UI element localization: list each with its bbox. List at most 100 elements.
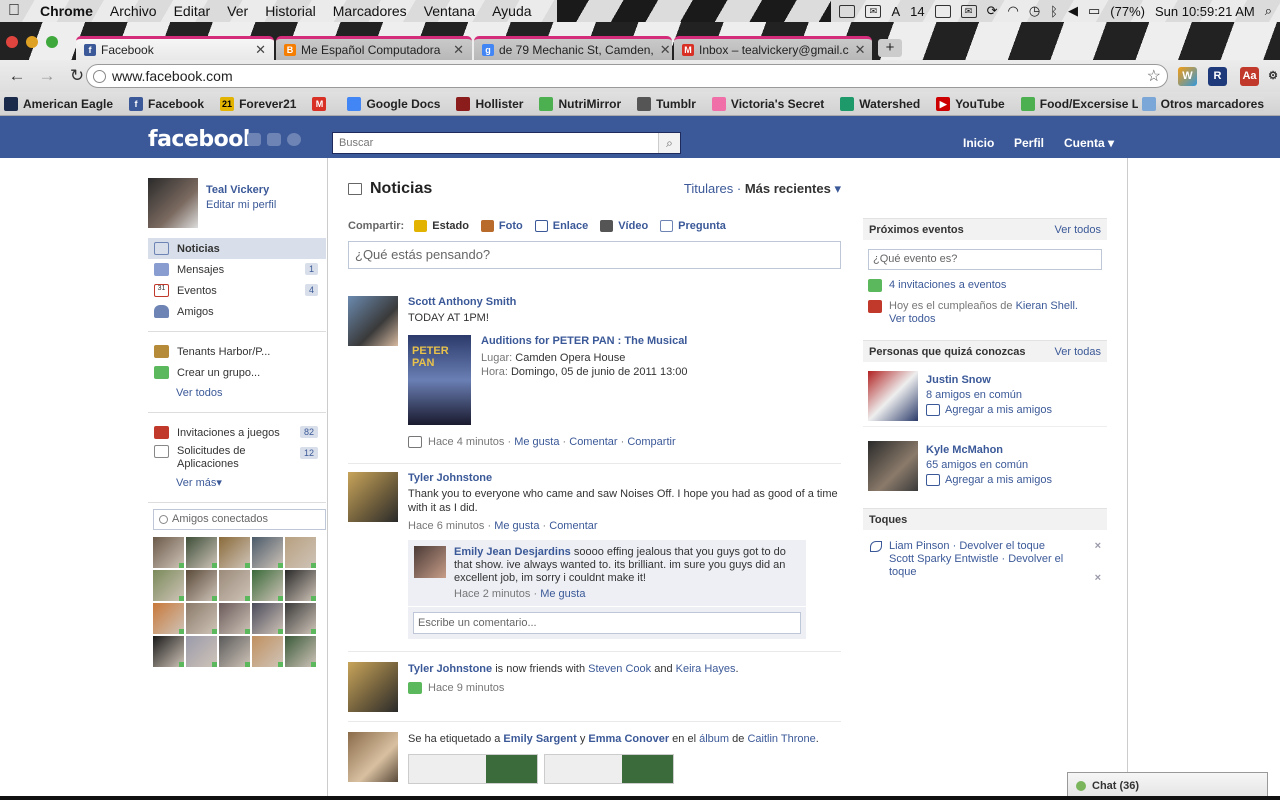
bookmark-google-docs[interactable]: Google Docs: [347, 96, 440, 111]
edit-profile-link[interactable]: Editar mi perfil: [206, 199, 276, 211]
friend-link[interactable]: Steven Cook: [588, 663, 651, 675]
friend-link[interactable]: Keira Hayes: [676, 663, 736, 675]
add-friend-button[interactable]: Agregar a mis amigos: [926, 404, 1052, 416]
online-friend-avatar[interactable]: [153, 537, 184, 568]
sync-icon[interactable]: ⟳: [987, 3, 998, 19]
online-friend-avatar[interactable]: [186, 636, 217, 667]
bookmark-youtube[interactable]: ▶ YouTube: [936, 96, 1005, 111]
tab-close-icon[interactable]: ✕: [654, 42, 671, 58]
birthday-see-all[interactable]: Ver todos: [889, 313, 935, 325]
bookmark-forever21[interactable]: 21 Forever21: [220, 96, 296, 111]
online-friend-avatar[interactable]: [252, 570, 283, 601]
apps-see-more-link[interactable]: Ver más▾: [148, 473, 326, 493]
friend-requests-icon[interactable]: [247, 133, 261, 146]
adobe-icon[interactable]: A: [891, 4, 900, 19]
apple-icon[interactable]: : [8, 2, 20, 20]
bookmark-other[interactable]: Otros marcadores: [1137, 96, 1264, 111]
story-author[interactable]: Tyler Johnstone: [408, 663, 492, 675]
story-timestamp[interactable]: Hace 4 minutos: [428, 436, 504, 448]
nav-home[interactable]: Inicio: [963, 136, 994, 150]
url-text[interactable]: www.facebook.com: [112, 68, 233, 84]
online-friend-avatar[interactable]: [153, 570, 184, 601]
online-friend-avatar[interactable]: [219, 537, 250, 568]
sidebar-item-app-requests[interactable]: Solicitudes de Aplicaciones 12: [148, 443, 326, 473]
online-friend-avatar[interactable]: [285, 537, 316, 568]
back-icon[interactable]: ←: [4, 66, 30, 86]
events-see-all[interactable]: Ver todos: [1055, 224, 1101, 236]
menu-ayuda[interactable]: Ayuda: [492, 3, 531, 19]
online-friend-avatar[interactable]: [153, 603, 184, 634]
mutual-friends-link[interactable]: 8 amigos en común: [926, 389, 1052, 401]
tab-google-maps[interactable]: g de 79 Mechanic St, Camden, ✕: [474, 36, 672, 60]
bookmark-victorias-secret[interactable]: Victoria's Secret: [711, 96, 824, 111]
avatar[interactable]: [348, 732, 398, 782]
tab-close-icon[interactable]: ✕: [249, 42, 266, 58]
sidebar-item-mensajes[interactable]: Mensajes 1: [148, 259, 326, 280]
photo-thumb[interactable]: [544, 754, 674, 784]
close-window-icon[interactable]: [6, 36, 18, 48]
story-timestamp[interactable]: Hace 9 minutos: [428, 682, 504, 694]
story-author[interactable]: Scott Anthony Smith: [408, 296, 841, 308]
composer-video[interactable]: Vídeo: [600, 220, 648, 232]
composer-question[interactable]: Pregunta: [660, 220, 726, 232]
composer-status[interactable]: Estado: [414, 220, 469, 232]
tab-gmail[interactable]: M Inbox – tealvickery@gmail.c ✕: [674, 36, 872, 60]
bookmark-tumblr[interactable]: Tumblr: [637, 96, 696, 111]
comment-link[interactable]: Comentar: [549, 520, 597, 532]
event-title[interactable]: Auditions for PETER PAN : The Musical: [481, 335, 688, 347]
event-invites-row[interactable]: 4 invitaciones a eventos: [863, 279, 1107, 292]
online-friend-avatar[interactable]: [219, 603, 250, 634]
online-friend-avatar[interactable]: [252, 603, 283, 634]
wifi-icon[interactable]: ◠: [1007, 3, 1018, 19]
close-icon[interactable]: ×: [1095, 540, 1101, 553]
bookmark-american-eagle[interactable]: American Eagle: [4, 96, 113, 111]
tab-close-icon[interactable]: ✕: [849, 42, 866, 58]
mail-icon[interactable]: ✉: [865, 4, 882, 18]
avatar[interactable]: [868, 371, 918, 421]
online-friend-avatar[interactable]: [186, 537, 217, 568]
tab-facebook[interactable]: f Facebook ✕: [76, 36, 274, 60]
extension-wr-icon[interactable]: W: [1178, 67, 1197, 86]
comment-input[interactable]: Escribe un comentario...: [413, 612, 801, 634]
poke-back-link[interactable]: Devolver el toque: [959, 540, 1045, 552]
poker-name[interactable]: Scott Sparky Entwistle: [889, 553, 998, 565]
comment-link[interactable]: Comentar: [569, 436, 617, 448]
avatar[interactable]: [348, 472, 398, 522]
wrench-icon[interactable]: ⚙: [1266, 67, 1280, 86]
bookmark-hollister[interactable]: Hollister: [456, 96, 523, 111]
tagged-person[interactable]: Emily Sargent: [503, 733, 576, 745]
person-name[interactable]: Justin Snow: [926, 374, 1052, 386]
bookmark-facebook[interactable]: f Facebook: [129, 96, 204, 111]
close-icon[interactable]: ×: [1095, 572, 1101, 585]
online-friend-avatar[interactable]: [285, 636, 316, 667]
photo-thumb[interactable]: [408, 754, 538, 784]
profile-name[interactable]: Teal Vickery: [206, 184, 276, 196]
online-friend-avatar[interactable]: [285, 570, 316, 601]
story-author[interactable]: Tyler Johnstone: [408, 472, 841, 484]
address-bar[interactable]: www.facebook.com ☆: [86, 64, 1168, 88]
composer-link[interactable]: Enlace: [534, 220, 588, 232]
bluetooth-icon[interactable]: ᛒ: [1050, 4, 1058, 19]
online-friend-avatar[interactable]: [186, 570, 217, 601]
nav-profile[interactable]: Perfil: [1014, 136, 1044, 150]
add-friend-button[interactable]: Agregar a mis amigos: [926, 474, 1052, 486]
facebook-logo[interactable]: facebook: [148, 127, 258, 152]
mail-icon-2[interactable]: ✉: [960, 4, 977, 18]
bookmark-gmail[interactable]: M: [312, 96, 331, 111]
event-input[interactable]: ¿Qué evento es?: [868, 249, 1102, 270]
chat-bar[interactable]: Chat (36): [1067, 772, 1268, 798]
comment-timestamp[interactable]: Hace 2 minutos: [454, 588, 530, 600]
spotlight-icon[interactable]: ⌕: [1265, 3, 1272, 19]
menu-editar[interactable]: Editar: [174, 3, 211, 19]
comment-like-link[interactable]: Me gusta: [540, 588, 585, 600]
new-tab-button[interactable]: +: [878, 39, 902, 57]
sidebar-item-group[interactable]: Tenants Harbor/P...: [148, 341, 326, 362]
sidebar-item-game-invites[interactable]: Invitaciones a juegos 82: [148, 422, 326, 443]
album-link[interactable]: álbum: [699, 733, 729, 745]
bookmark-food-log[interactable]: Food/Excersise Log: [1020, 96, 1154, 111]
tagged-person[interactable]: Emma Conover: [588, 733, 669, 745]
album-owner-link[interactable]: Caitlin Throne: [747, 733, 815, 745]
online-friends-search[interactable]: Amigos conectados: [153, 509, 326, 530]
avatar[interactable]: [414, 546, 446, 578]
online-friend-avatar[interactable]: [252, 537, 283, 568]
